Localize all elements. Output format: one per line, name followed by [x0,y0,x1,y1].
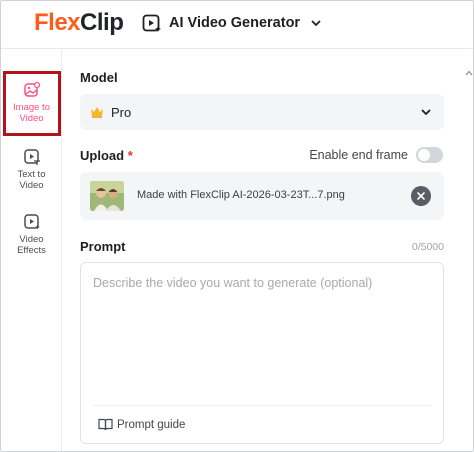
end-frame-label: Enable end frame [309,148,408,162]
upload-label-text: Upload [80,148,125,163]
app-frame: FlexClip AI Video Generator Image to Vid… [0,0,474,452]
prompt-textarea[interactable]: Describe the video you want to generate … [80,262,444,444]
close-icon [417,192,425,200]
chevron-down-icon [421,109,431,115]
chevron-down-icon [311,20,321,26]
sidebar-item-text-to-video[interactable]: Text to Video [3,148,60,191]
file-name: Made with FlexClip AI-2026-03-23T...7.pn… [137,189,345,201]
sidebar-item-label: Video [19,234,44,245]
model-value: Pro [111,104,132,120]
active-item-highlight [3,71,61,136]
book-icon [98,418,113,431]
upload-label: Upload * [80,148,133,163]
logo-flex-text: Flex [34,9,81,36]
crown-icon [91,107,103,118]
prompt-placeholder: Describe the video you want to generate … [93,276,373,290]
video-effects-icon [23,214,40,230]
file-thumbnail[interactable] [90,181,124,211]
end-frame-toggle[interactable] [416,147,443,163]
remove-file-button[interactable] [411,186,431,206]
flexclip-logo[interactable]: FlexClip [34,9,124,37]
product-switcher[interactable]: AI Video Generator [142,12,322,34]
model-label: Model [80,70,118,85]
sidebar-item-label: Video [19,180,44,191]
main-panel: Model Pro Upload * Enable end frame Made… [63,50,463,451]
toggle-knob [418,149,430,161]
sidebar-item-video-effects[interactable]: Video Effects [3,213,60,256]
required-mark: * [127,148,133,163]
model-select[interactable]: Pro [80,94,444,130]
header: FlexClip AI Video Generator [1,1,473,49]
sidebar-item-label: Text to [17,169,46,180]
prompt-divider [93,405,431,406]
prompt-char-count: 0/5000 [411,241,444,253]
sidebar-item-label: Effects [17,245,46,256]
uploaded-file-card: Made with FlexClip AI-2026-03-23T...7.pn… [80,172,444,220]
prompt-label: Prompt [80,239,126,254]
end-frame-control: Enable end frame [309,147,443,163]
ai-video-icon [142,14,161,32]
logo-clip-text: Clip [80,9,124,36]
scroll-up-arrow-icon[interactable] [465,70,473,76]
prompt-guide-label: Prompt guide [117,418,186,431]
scrollbar[interactable] [463,50,473,451]
prompt-guide-button[interactable]: Prompt guide [98,418,185,431]
text-to-video-icon [23,149,40,165]
product-title: AI Video Generator [169,15,301,31]
thumbnail-image [90,181,124,211]
